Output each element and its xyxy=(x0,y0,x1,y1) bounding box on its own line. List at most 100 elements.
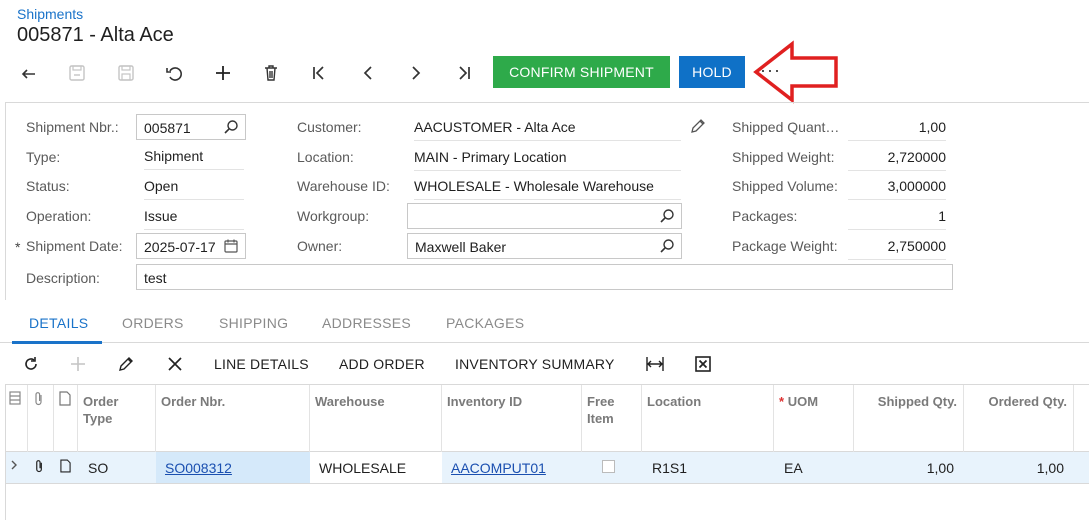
breadcrumb[interactable]: Shipments xyxy=(17,6,83,22)
cell-uom: EA xyxy=(784,460,803,476)
owner-field[interactable]: Maxwell Baker xyxy=(407,233,682,259)
shipment-nbr-field[interactable]: 005871 xyxy=(136,114,246,140)
location-value[interactable]: MAIN - Primary Location xyxy=(414,149,681,171)
tab-addresses[interactable]: ADDRESSES xyxy=(322,315,411,331)
col-order-nbr[interactable]: Order Nbr. xyxy=(156,385,310,452)
free-item-checkbox[interactable] xyxy=(582,452,642,483)
customer-value[interactable]: AACUSTOMER - Alta Ace xyxy=(414,119,681,141)
note-icon[interactable] xyxy=(54,452,78,483)
undo-icon[interactable] xyxy=(157,56,191,90)
type-label: Type: xyxy=(26,149,61,165)
edit-pencil-icon[interactable] xyxy=(689,117,707,140)
description-field[interactable]: test xyxy=(136,264,953,290)
cell-inventory-id[interactable]: AACOMPUT01 xyxy=(442,452,582,483)
shipment-nbr-label: Shipment Nbr.: xyxy=(26,119,119,135)
packages-value: 1 xyxy=(848,208,946,230)
delete-icon[interactable] xyxy=(254,56,288,90)
operation-label: Operation: xyxy=(26,208,92,224)
col-free-item[interactable]: Free Item xyxy=(582,385,642,452)
cell-warehouse: WHOLESALE xyxy=(310,452,442,483)
grid-toolbar: LINE DETAILS ADD ORDER INVENTORY SUMMARY xyxy=(0,345,1089,383)
cell-shipped-qty: 1,00 xyxy=(926,460,954,476)
edit-icon[interactable] xyxy=(115,353,137,375)
required-mark: * xyxy=(15,239,21,255)
add-order-button[interactable]: ADD ORDER xyxy=(339,356,425,372)
save-close-icon[interactable] xyxy=(60,56,94,90)
search-icon[interactable] xyxy=(659,208,675,227)
page-title: 005871 - Alta Ace xyxy=(17,24,174,46)
shipment-date-value: 2025-07-17 xyxy=(144,239,216,255)
workgroup-field[interactable] xyxy=(407,203,682,229)
inventory-id-link[interactable]: AACOMPUT01 xyxy=(451,460,546,476)
type-value: Shipment xyxy=(144,148,244,170)
uom-required-mark: * xyxy=(779,394,785,409)
attachment-icon[interactable] xyxy=(28,452,54,483)
save-icon[interactable] xyxy=(109,56,143,90)
col-location[interactable]: Location xyxy=(642,385,774,452)
add-icon[interactable] xyxy=(206,56,240,90)
main-toolbar: CONFIRM SHIPMENT HOLD ··· xyxy=(0,56,1089,90)
export-excel-icon[interactable] xyxy=(692,353,714,375)
next-icon[interactable] xyxy=(399,56,433,90)
last-icon[interactable] xyxy=(447,56,481,90)
row-expand-icon[interactable] xyxy=(6,452,28,483)
cell-order-type: SO xyxy=(88,460,109,476)
search-icon[interactable] xyxy=(659,238,675,257)
operation-value: Issue xyxy=(144,208,244,230)
search-icon[interactable] xyxy=(223,119,239,138)
shipment-date-field[interactable]: 2025-07-17 xyxy=(136,233,246,259)
package-weight-value: 2,750000 xyxy=(848,238,946,260)
delete-row-icon[interactable] xyxy=(164,353,186,375)
shipped-volume-label: Shipped Volume: xyxy=(732,178,838,194)
shipment-nbr-value: 005871 xyxy=(144,120,191,136)
col-order-type[interactable]: Order Type xyxy=(78,385,156,452)
shipped-volume-value: 3,000000 xyxy=(848,178,946,200)
order-nbr-link[interactable]: SO008312 xyxy=(165,460,232,476)
description-value: test xyxy=(144,270,167,286)
previous-icon[interactable] xyxy=(351,56,385,90)
first-icon[interactable] xyxy=(302,56,336,90)
col-shipped-qty[interactable]: Shipped Qty. xyxy=(854,385,964,452)
attachment-header-icon xyxy=(28,385,54,452)
hold-button[interactable]: HOLD xyxy=(679,56,745,88)
confirm-shipment-button[interactable]: CONFIRM SHIPMENT xyxy=(493,56,670,88)
workgroup-label: Workgroup: xyxy=(297,208,370,224)
note-header-icon xyxy=(54,385,78,452)
col-inventory-id[interactable]: Inventory ID xyxy=(442,385,582,452)
shipped-weight-value: 2,720000 xyxy=(848,149,946,171)
col-warehouse[interactable]: Warehouse xyxy=(310,385,442,452)
grid-header: Order Type Order Nbr. Warehouse Inventor… xyxy=(6,384,1089,452)
tab-orders[interactable]: ORDERS xyxy=(122,315,184,331)
inventory-summary-button[interactable]: INVENTORY SUMMARY xyxy=(455,356,615,372)
owner-value: Maxwell Baker xyxy=(415,239,507,255)
cell-location: R1S1 xyxy=(652,460,688,476)
add-row-icon[interactable] xyxy=(67,353,89,375)
tab-shipping[interactable]: SHIPPING xyxy=(219,315,288,331)
owner-label: Owner: xyxy=(297,238,343,254)
table-row[interactable]: SO SO008312 WHOLESALE AACOMPUT01 R1S1 EA… xyxy=(6,452,1089,484)
status-value: Open xyxy=(144,178,244,200)
line-details-button[interactable]: LINE DETAILS xyxy=(214,356,309,372)
location-label: Location: xyxy=(297,149,354,165)
back-icon[interactable] xyxy=(12,56,46,90)
details-grid: Order Type Order Nbr. Warehouse Inventor… xyxy=(5,384,1089,520)
col-ordered-qty[interactable]: Ordered Qty. xyxy=(964,385,1074,452)
tab-details[interactable]: DETAILS xyxy=(29,315,88,331)
shipped-quantity-value: 1,00 xyxy=(848,119,946,141)
cell-order-nbr[interactable]: SO008312 xyxy=(156,452,310,483)
active-tab-indicator xyxy=(12,341,102,344)
warehouse-id-label: Warehouse ID: xyxy=(297,178,390,194)
warehouse-id-value[interactable]: WHOLESALE - Wholesale Warehouse xyxy=(414,178,681,200)
refresh-icon[interactable] xyxy=(20,353,42,375)
tab-bar: DETAILS ORDERS SHIPPING ADDRESSES PACKAG… xyxy=(0,305,1089,344)
col-uom[interactable]: * UOM xyxy=(774,385,854,452)
shipped-quantity-label: Shipped Quant… xyxy=(732,119,840,135)
shipped-weight-label: Shipped Weight: xyxy=(732,149,835,165)
shipment-date-label: Shipment Date: xyxy=(26,238,123,254)
cell-ordered-qty: 1,00 xyxy=(1036,460,1064,476)
calendar-icon[interactable] xyxy=(223,238,239,257)
customer-label: Customer: xyxy=(297,119,362,135)
row-settings-icon[interactable] xyxy=(6,385,28,452)
fit-columns-icon[interactable] xyxy=(644,353,666,375)
tab-packages[interactable]: PACKAGES xyxy=(446,315,524,331)
